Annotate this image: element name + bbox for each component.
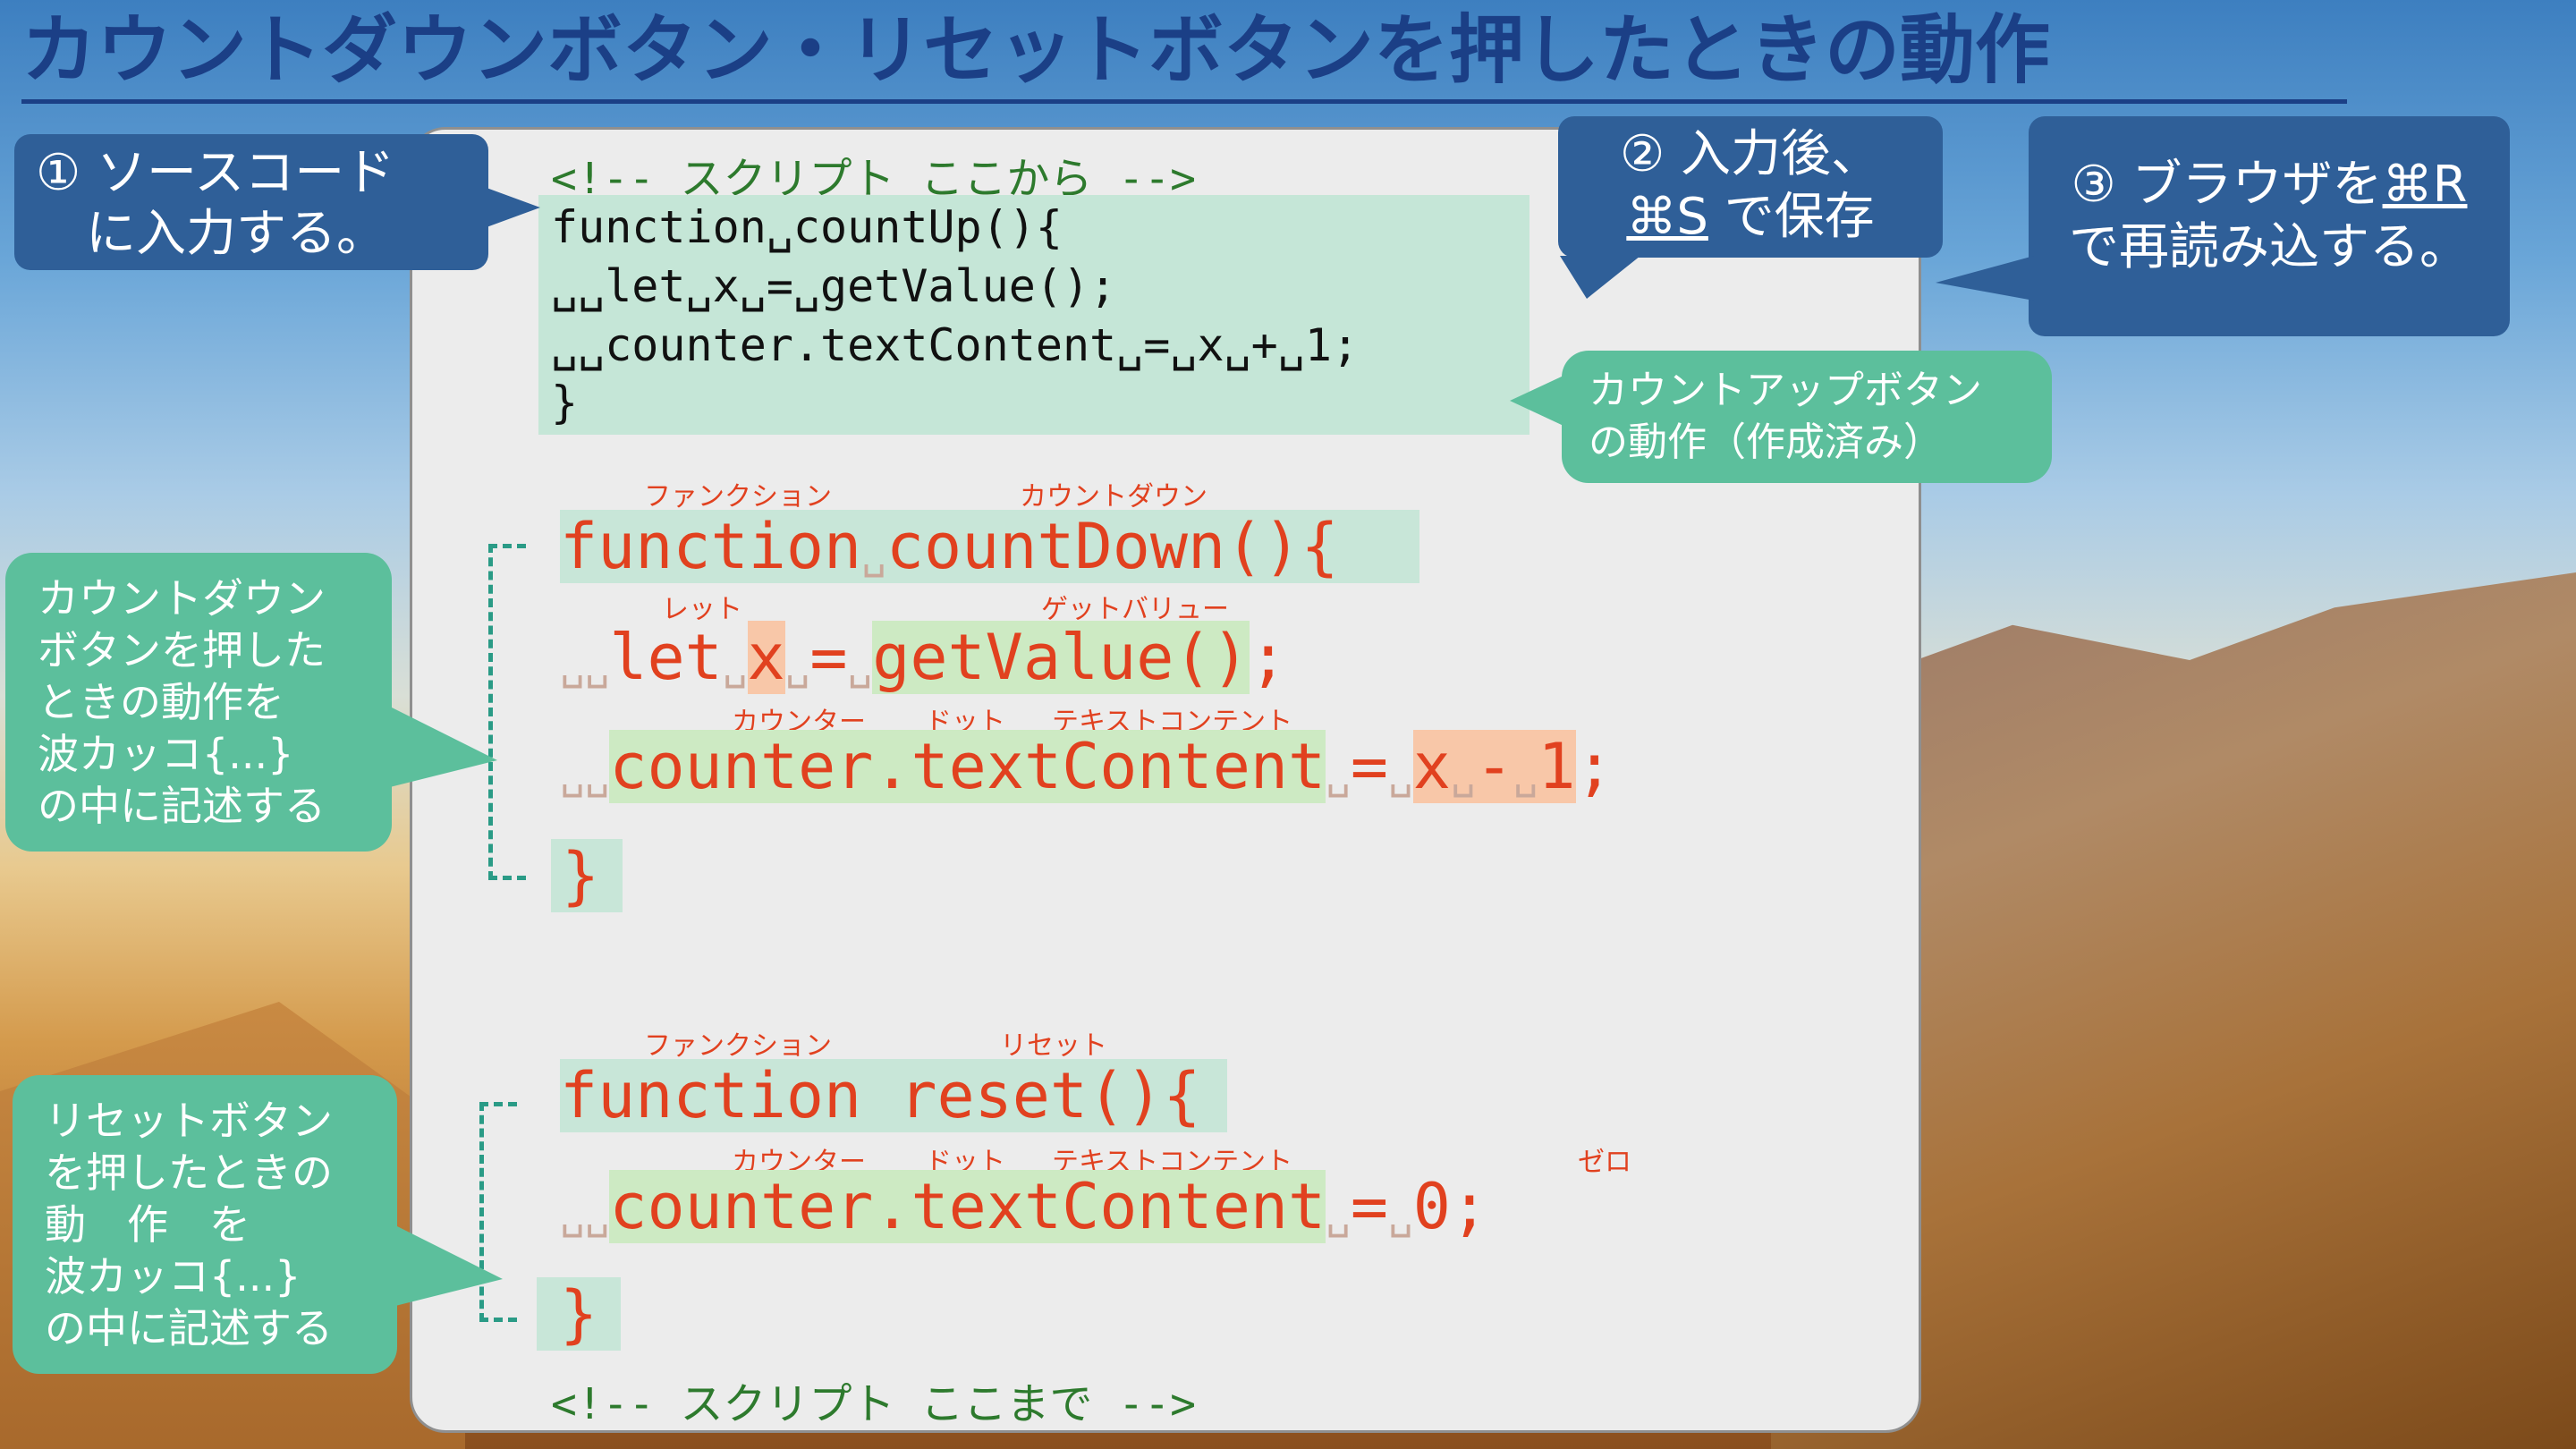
step1-pointer (487, 188, 540, 227)
space-marker: ␣ (847, 640, 873, 689)
countdown-keyword: function (560, 510, 862, 583)
step2-rest: で保存 (1707, 188, 1875, 246)
let-keyword: let (609, 621, 723, 694)
countup-line-4: } (551, 377, 579, 428)
equals: = (1350, 730, 1388, 803)
countup-line-1: function␣countUp(){ (551, 201, 1063, 253)
reset-note: リセットボタン を押したときの 動 作 を 波カッコ{...} の中に記述する (13, 1075, 397, 1374)
space-marker: ␣ (861, 530, 886, 578)
ruby-zero: ゼロ (1578, 1147, 1631, 1178)
getvalue-call: getValue() (872, 621, 1250, 694)
countdown-note: カウントダウン ボタンを押した ときの動作を 波カッコ{...} の中に記述する (5, 553, 392, 852)
step3-callout: ③ ブラウザを⌘R で再読み込する。 (2029, 116, 2510, 336)
space-marker: ␣ (1326, 1190, 1351, 1238)
countdown-line-2: ␣␣let␣x␣=␣getValue(); (560, 617, 1287, 705)
counter-textcontent: counter.textContent (609, 1170, 1326, 1243)
step2-line1: ② 入力後、 (1619, 125, 1881, 183)
reset-line-3: } (537, 1274, 622, 1354)
reload-shortcut: ⌘R (2382, 156, 2468, 214)
indent-marker: ␣␣ (560, 750, 610, 798)
space-marker: ␣ (1326, 750, 1351, 798)
countup-note-pointer (1510, 376, 1563, 426)
expr-x: x (1412, 730, 1451, 803)
zero: 0 (1412, 1170, 1451, 1243)
countup-note: カウントアップボタン の動作（作成済み） (1562, 351, 2052, 483)
indent-marker: ␣␣ (560, 1190, 610, 1238)
minus: - (1475, 730, 1513, 803)
reset-note-pointer (395, 1225, 503, 1306)
step3-pointer (1936, 256, 2034, 301)
space-marker: ␣ (784, 640, 810, 689)
comment-end: <!-- スクリプト ここまで --> (551, 1379, 1196, 1429)
save-shortcut: ⌘S (1626, 188, 1708, 246)
equals: = (809, 621, 848, 694)
countdown-note-pointer (390, 707, 497, 787)
equals: = (1350, 1170, 1388, 1243)
space-marker: ␣ (1450, 750, 1476, 798)
countdown-name: countDown(){ (886, 510, 1339, 583)
step3-line2: で再読み込する。 (2069, 218, 2470, 276)
semicolon: ; (1575, 730, 1614, 803)
closing-brace: } (537, 1277, 622, 1351)
var-x: x (747, 621, 785, 694)
step2-pointer (1560, 256, 1640, 299)
one: 1 (1538, 730, 1576, 803)
space-marker: ␣ (1513, 750, 1538, 798)
countup-line-2: ␣␣let␣x␣=␣getValue(); (551, 260, 1117, 312)
reset-line-1: function reset(){ (560, 1055, 1228, 1136)
page-title: カウントダウンボタン・リセットボタンを押したときの動作 (21, 5, 2347, 104)
countdown-line-1: function␣countDown(){ (560, 506, 1419, 594)
closing-brace: } (551, 839, 623, 912)
step1-callout: ① ソースコード に入力する。 (14, 134, 488, 270)
space-marker: ␣ (722, 640, 748, 689)
semicolon: ; (1450, 1170, 1488, 1243)
semicolon: ; (1249, 621, 1287, 694)
step3-line1: ③ ブラウザを (2071, 156, 2383, 214)
space-marker: ␣ (1387, 1190, 1413, 1238)
countup-line-3: ␣␣counter.textContent␣=␣x␣+␣1; (551, 319, 1360, 371)
space-marker: ␣ (1387, 750, 1413, 798)
step2-callout: ② 入力後、 ⌘S で保存 (1558, 116, 1943, 258)
countdown-line-3: ␣␣counter.textContent␣=␣x␣-␣1; (560, 726, 1614, 814)
countdown-line-4: } (551, 835, 623, 916)
indent-marker: ␣␣ (560, 640, 610, 689)
reset-keyword: function (560, 1059, 862, 1132)
counter-textcontent: counter.textContent (609, 730, 1326, 803)
reset-name: reset(){ (899, 1059, 1201, 1132)
reset-line-2: ␣␣counter.textContent␣=␣0; (560, 1166, 1488, 1254)
